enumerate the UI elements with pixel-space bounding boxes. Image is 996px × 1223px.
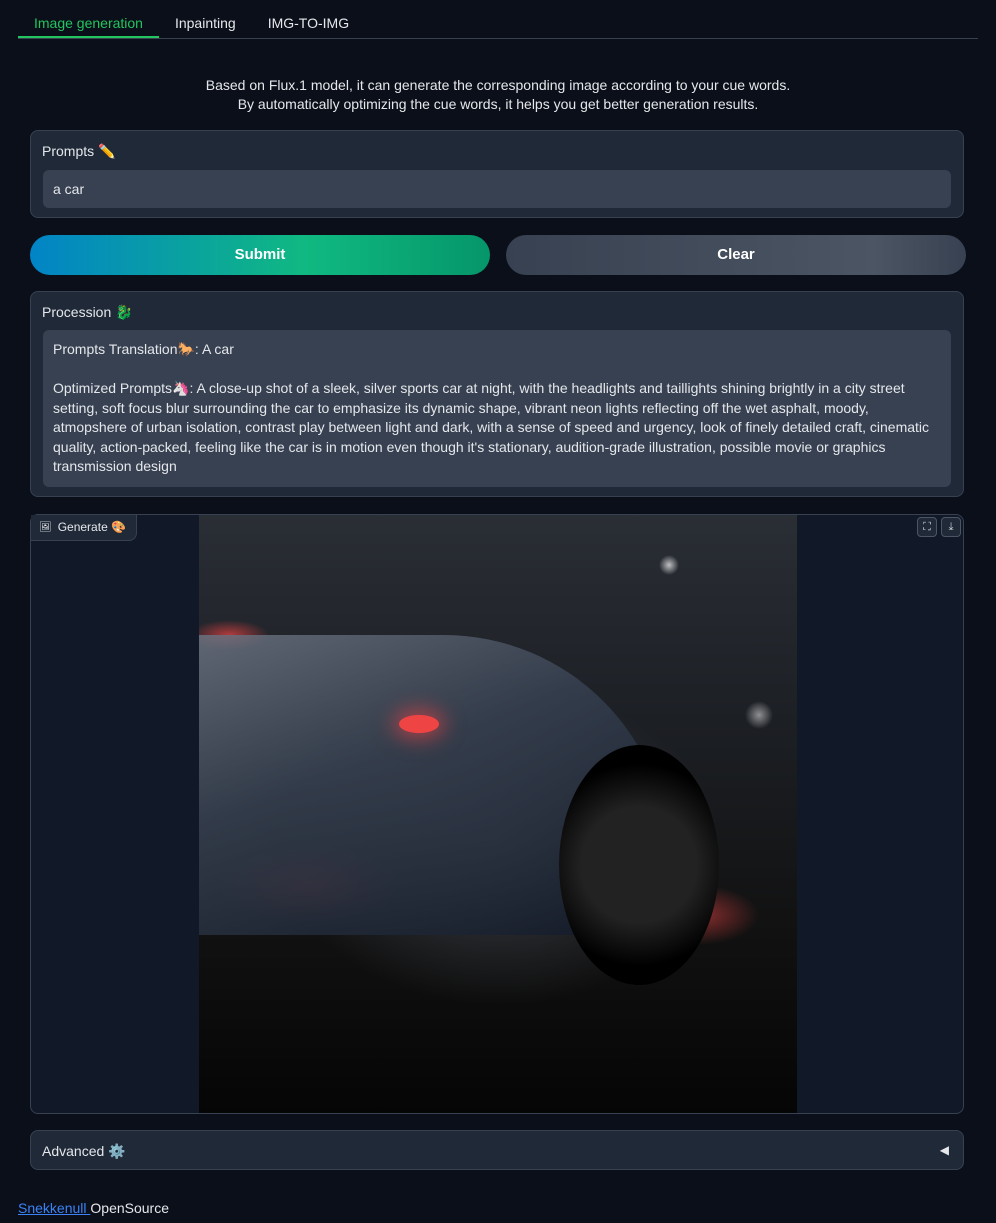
generate-label: Generate 🎨 — [57, 520, 127, 534]
generate-label-tag: 🖼 Generate 🎨 — [31, 515, 138, 541]
procession-panel: Procession 🐉 Prompts Translation🐎: A car… — [30, 291, 964, 497]
car-taillight-shape — [399, 715, 439, 733]
footer-text: OpenSource — [90, 1200, 169, 1216]
advanced-accordion[interactable]: Advanced ⚙️ ◀ — [30, 1130, 964, 1170]
tab-img-to-img[interactable]: IMG-TO-IMG — [252, 8, 365, 38]
fullscreen-icon[interactable]: ⛶ — [917, 517, 937, 537]
prompts-panel: Prompts ✏️ a car — [30, 130, 964, 218]
tab-bar: Image generation Inpainting IMG-TO-IMG — [18, 8, 978, 39]
collapse-arrow-icon[interactable]: ◀ — [940, 1143, 949, 1157]
optimized-label: Optimized Prompts🦄: — [53, 380, 194, 396]
tab-inpainting[interactable]: Inpainting — [159, 8, 252, 38]
submit-button[interactable]: Submit — [30, 235, 490, 275]
translation-value: A car — [201, 341, 234, 357]
description-line-1: Based on Flux.1 model, it can generate t… — [205, 77, 791, 93]
translation-label: Prompts Translation🐎: — [53, 341, 199, 357]
prompts-label: Prompts ✏️ — [42, 143, 116, 159]
generate-panel: 🖼 Generate 🎨 ⛶ ⤓ — [30, 514, 964, 1114]
generated-image[interactable] — [199, 515, 797, 1113]
optimized-line: Optimized Prompts🦄: A close-up shot of a… — [53, 379, 941, 477]
footer: Snekkenull OpenSource — [18, 1200, 169, 1216]
prompts-input[interactable]: a car — [43, 170, 951, 208]
advanced-label: Advanced ⚙️ — [42, 1143, 126, 1159]
procession-label: Procession 🐉 — [42, 304, 133, 320]
tab-image-generation[interactable]: Image generation — [18, 8, 159, 38]
car-wheel-shape — [559, 745, 719, 985]
translation-line: Prompts Translation🐎: A car — [53, 340, 941, 360]
download-icon[interactable]: ⤓ — [941, 517, 961, 537]
procession-output: Prompts Translation🐎: A car Optimized Pr… — [43, 330, 951, 487]
description: Based on Flux.1 model, it can generate t… — [0, 76, 996, 114]
description-line-2: By automatically optimizing the cue word… — [237, 96, 759, 112]
image-toolbar: ⛶ ⤓ — [917, 517, 961, 537]
image-icon: 🖼 — [39, 522, 52, 533]
clear-button[interactable]: Clear — [506, 235, 966, 275]
footer-link[interactable]: Snekkenull — [18, 1200, 90, 1216]
